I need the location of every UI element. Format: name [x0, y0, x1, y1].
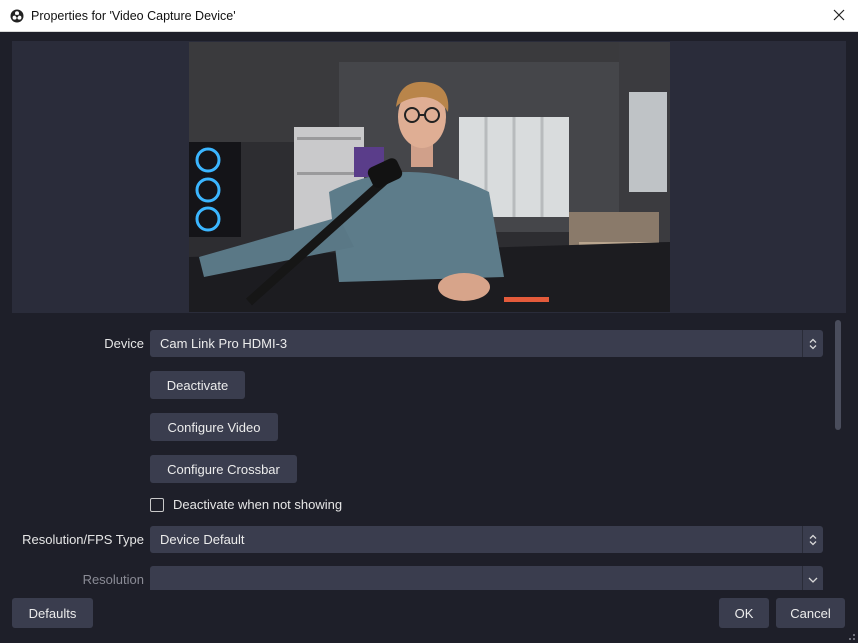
updown-arrows-icon [802, 526, 823, 553]
deactivate-when-not-showing-label: Deactivate when not showing [173, 497, 343, 512]
cancel-button[interactable]: Cancel [776, 598, 845, 628]
resolution-fps-type-select[interactable]: Device Default [150, 526, 823, 553]
defaults-button[interactable]: Defaults [12, 598, 93, 628]
window-title: Properties for 'Video Capture Device' [31, 8, 236, 23]
configure-video-button[interactable]: Configure Video [150, 413, 278, 441]
title-bar: Properties for 'Video Capture Device' [0, 0, 858, 32]
close-icon [833, 9, 845, 21]
properties-scrollbar[interactable] [832, 320, 844, 590]
deactivate-when-not-showing-checkbox[interactable]: Deactivate when not showing [150, 497, 342, 512]
device-select[interactable]: Cam Link Pro HDMI-3 [150, 330, 823, 357]
ok-button[interactable]: OK [719, 598, 769, 628]
resolution-select[interactable] [150, 566, 823, 590]
deactivate-button[interactable]: Deactivate [150, 371, 245, 399]
resolution-fps-type-label: Resolution/FPS Type [22, 532, 144, 547]
chevron-down-icon [802, 566, 823, 590]
resolution-label: Resolution [82, 572, 144, 587]
checkbox-box[interactable] [150, 497, 164, 512]
resolution-fps-type-value: Device Default [160, 532, 245, 547]
camera-preview-image [189, 42, 670, 312]
configure-crossbar-button[interactable]: Configure Crossbar [150, 455, 297, 483]
scrollbar-thumb[interactable] [835, 320, 841, 430]
device-label: Device [104, 336, 144, 351]
device-select-value: Cam Link Pro HDMI-3 [160, 336, 288, 351]
obs-logo-icon [10, 9, 24, 22]
close-button[interactable] [826, 3, 852, 27]
resize-grip-icon[interactable] [846, 631, 856, 641]
properties-panel: Device Cam Link Pro HDMI-3 Deactivate Co… [0, 320, 858, 590]
updown-arrows-icon [802, 330, 823, 357]
